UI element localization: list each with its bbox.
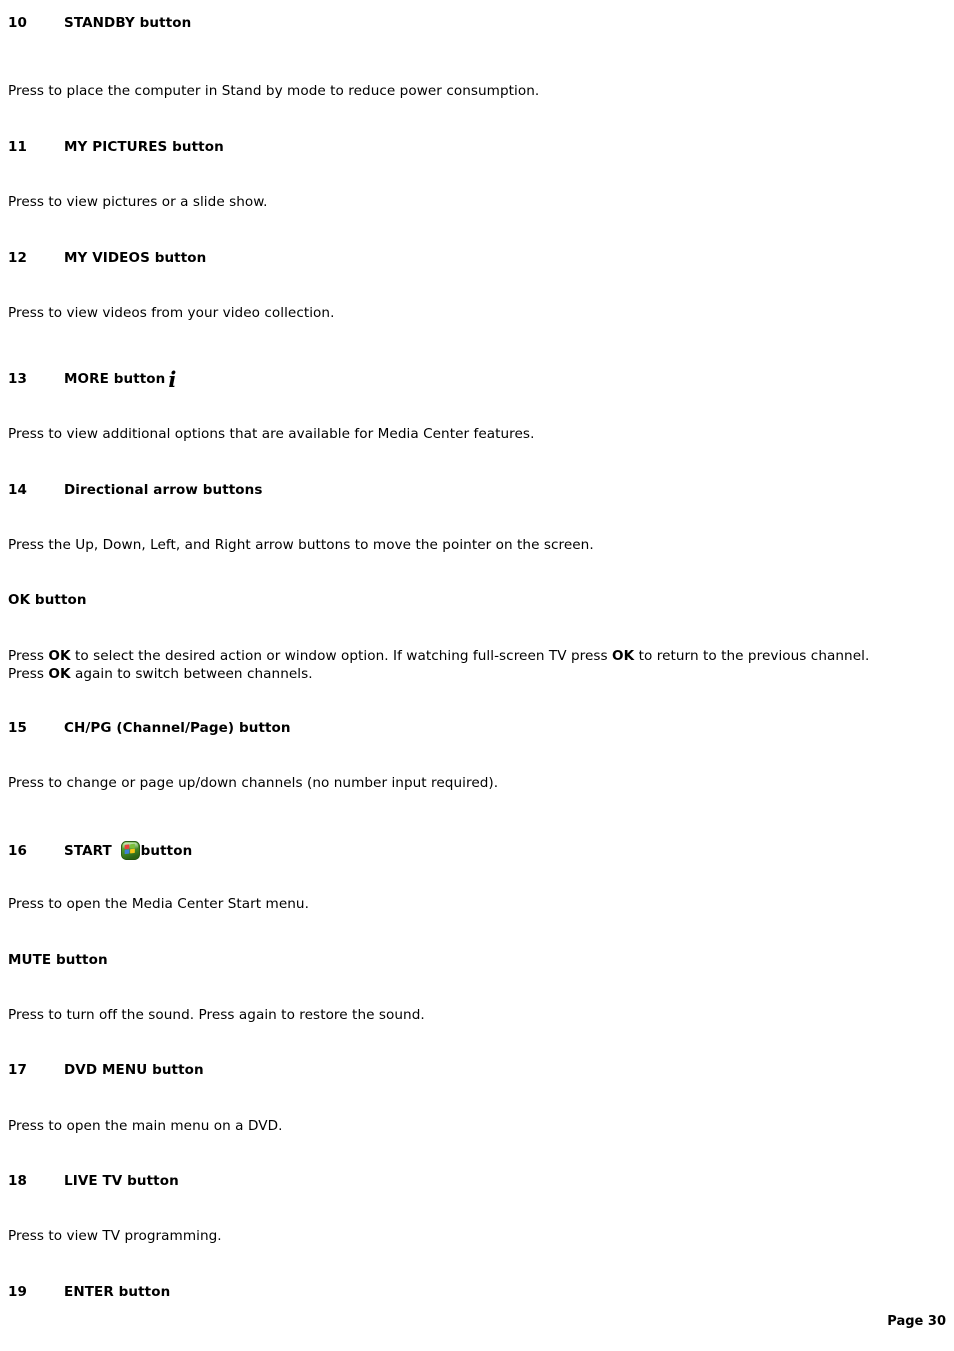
section-number: 10 (8, 15, 27, 31)
section-dvd-menu: 17 DVD MENU button (8, 1062, 204, 1079)
heading-standby: 10 STANDBY button (8, 15, 191, 32)
heading-mute: MUTE button (8, 952, 108, 968)
body-standby: Press to place the computer in Stand by … (8, 83, 540, 99)
heading-my-videos: 12 MY VIDEOS button (8, 250, 206, 267)
heading-chpg: 15 CH/PG (Channel/Page) button (8, 720, 291, 737)
section-more: 13 MORE button i (8, 367, 177, 392)
heading-live-tv: 18 LIVE TV button (8, 1173, 179, 1190)
section-chpg: 15 CH/PG (Channel/Page) button (8, 720, 291, 737)
page-number: Page 30 (887, 1314, 946, 1329)
section-number: 19 (8, 1284, 27, 1300)
section-number: 16 (8, 843, 27, 859)
section-number: 11 (8, 139, 27, 155)
heading-dvd-menu: 17 DVD MENU button (8, 1062, 204, 1079)
heading-my-pictures: 11 MY PICTURES button (8, 139, 224, 156)
body-ok-part-4: again to switch between channels. (70, 665, 313, 682)
section-title: STANDBY button (64, 15, 192, 31)
body-ok: Press OK to select the desired action or… (8, 648, 896, 683)
body-my-pictures: Press to view pictures or a slide show. (8, 194, 268, 210)
section-mute: MUTE button (8, 952, 108, 969)
section-title-suffix: button (140, 843, 193, 859)
section-start: 16 START button (8, 840, 192, 860)
section-number: 15 (8, 720, 27, 736)
section-number: 14 (8, 482, 27, 498)
body-ok-bold-3: OK (48, 665, 71, 682)
section-number: 17 (8, 1062, 27, 1078)
body-mute: Press to turn off the sound. Press again… (8, 1007, 425, 1023)
body-chpg: Press to change or page up/down channels… (8, 775, 499, 791)
section-title: DVD MENU button (64, 1062, 204, 1078)
section-number: 12 (8, 250, 27, 266)
section-title: ENTER button (64, 1284, 171, 1300)
section-title: MY VIDEOS button (64, 250, 207, 266)
body-ok-part-1: Press (8, 648, 49, 664)
heading-ok: OK button (8, 592, 87, 608)
heading-directional-arrows: 14 Directional arrow buttons (8, 482, 263, 499)
document-page: 10 STANDBY button Press to place the comp… (0, 0, 954, 1351)
section-my-pictures: 11 MY PICTURES button (8, 139, 224, 156)
section-number: 13 (8, 371, 27, 387)
body-my-videos: Press to view videos from your video col… (8, 305, 335, 321)
section-title-prefix: START (64, 843, 117, 859)
body-start: Press to open the Media Center Start men… (8, 896, 309, 912)
heading-start: 16 START button (8, 840, 192, 860)
body-directional-arrows: Press the Up, Down, Left, and Right arro… (8, 537, 594, 553)
section-title: Directional arrow buttons (64, 482, 263, 498)
section-directional-arrows: 14 Directional arrow buttons (8, 482, 263, 499)
body-more: Press to view additional options that ar… (8, 426, 535, 442)
heading-more: 13 MORE button i (8, 367, 177, 392)
section-ok: OK button (8, 592, 87, 609)
body-ok-part-2: to select the desired action or window o… (70, 648, 613, 664)
section-title: MY PICTURES button (64, 139, 224, 155)
body-ok-bold-1: OK (48, 648, 71, 664)
section-standby: 10 STANDBY button (8, 15, 191, 32)
body-ok-bold-2: OK (612, 648, 635, 664)
body-live-tv: Press to view TV programming. (8, 1228, 222, 1244)
section-my-videos: 12 MY VIDEOS button (8, 250, 206, 267)
section-title: LIVE TV button (64, 1173, 179, 1189)
section-title: MORE button (64, 371, 166, 387)
section-title: CH/PG (Channel/Page) button (64, 720, 291, 736)
heading-enter: 19 ENTER button (8, 1284, 170, 1301)
windows-start-orb-icon (120, 841, 140, 860)
section-live-tv: 18 LIVE TV button (8, 1173, 179, 1190)
section-enter: 19 ENTER button (8, 1284, 170, 1301)
body-dvd-menu: Press to open the main menu on a DVD. (8, 1118, 283, 1134)
section-number: 18 (8, 1173, 27, 1189)
